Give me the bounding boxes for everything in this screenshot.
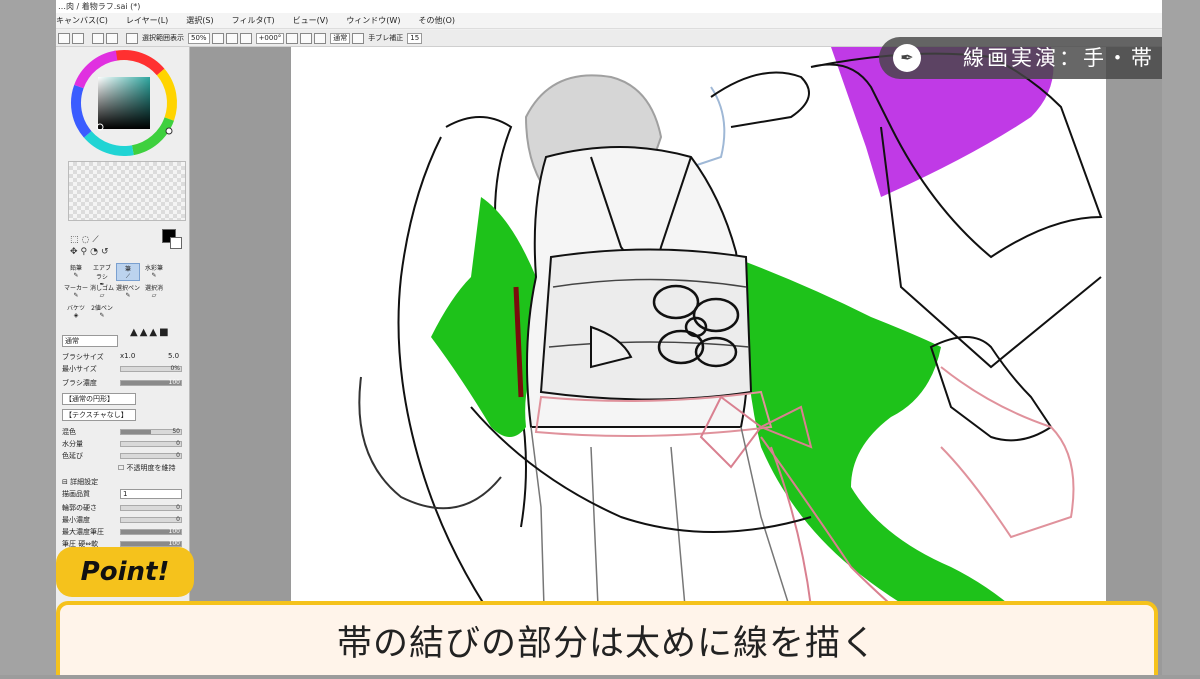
min-size-slider[interactable]: 0% [120,365,182,372]
edge-hardness-label: 輪郭の硬さ [62,504,97,512]
menu-window[interactable]: ウィンドウ(W) [346,15,400,26]
menu-select[interactable]: 選択(S) [186,15,213,26]
min-density-slider[interactable]: 0 [120,516,182,523]
zoom-out-button[interactable] [211,32,224,44]
deselect-button[interactable] [92,32,104,44]
min-size-label: 最小サイズ [62,365,97,373]
zoom-reset-button[interactable] [239,32,252,44]
zoom-in-button[interactable] [225,32,238,44]
subtitle-box: 帯の結びの部分は太めに線を描く [56,601,1158,675]
stabilizer-select[interactable]: 15 [407,32,423,44]
rotate-reset-button[interactable] [314,32,327,44]
undo-button[interactable] [58,32,70,44]
brush-texture-select[interactable]: 【テクスチャなし】 [62,409,136,421]
tool-marker[interactable]: マーカー ✎ [64,283,88,301]
edge-hardness-slider[interactable]: 0 [120,504,182,511]
window-title: …肉 / 着物ラフ.sai (*) [56,0,1162,13]
tool-airbrush[interactable]: エアブラシ ✒ [90,263,114,288]
point-badge: Point! [56,547,194,597]
tool-eraser[interactable]: 消しゴム ▱ [90,283,114,301]
menu-view[interactable]: ビュー(V) [293,15,329,26]
video-frame: …肉 / 着物ラフ.sai (*) キャンバス(C) レイヤー(L) 選択(S)… [0,0,1200,676]
menu-bar: キャンバス(C) レイヤー(L) 選択(S) フィルタ(T) ビュー(V) ウィ… [56,13,1162,29]
tool-select-eraser[interactable]: 選択消 ▱ [142,283,166,301]
kimono-artwork [358,47,1103,676]
brush-size-multiplier[interactable]: x1.0 [120,352,135,360]
max-pressure-slider[interactable]: 100 [120,528,182,535]
letterbox-right [1162,0,1200,675]
selection-display-label: 選択範囲表示 [142,34,184,42]
selection-tools-icons[interactable]: ⬚◌⟋ [70,235,102,245]
rotate-left-button[interactable] [286,32,299,44]
min-density-label: 最小濃度 [62,516,90,524]
navigation-tools-icons[interactable]: ✥⚲◔↺ [70,247,112,257]
keep-opacity-checkbox[interactable]: ☐ 不透明度を維持 [118,463,176,473]
brush-size-value[interactable]: 5.0 [168,352,179,360]
brush-shape-icons[interactable]: ▲▲▲■ [130,327,171,338]
menu-canvas[interactable]: キャンバス(C) [56,15,108,26]
title-banner: ✒ 線画実演：手・帯 [879,37,1162,79]
menu-other[interactable]: その他(O) [418,15,455,26]
drawing-canvas[interactable] [291,47,1106,676]
tool-watercolor[interactable]: 水彩筆 ✎ [142,263,166,281]
blend-mode-select[interactable]: 通常 [330,32,351,44]
stretch-slider[interactable]: 0 [120,452,182,459]
brush-shape-select[interactable]: 【通常の円形】 [62,393,136,405]
pen-nib-icon: ✒ [893,44,921,72]
tool-brush[interactable]: 筆 ⟋ [116,263,140,281]
color-scratchpad[interactable] [68,161,186,221]
blend-slider[interactable]: 50 [120,428,182,435]
zoom-field[interactable]: 50% [188,32,210,44]
selection-display-checkbox[interactable] [126,32,138,44]
banner-text: 線画実演：手・帯 [963,46,1155,70]
letterbox-left [0,0,56,675]
color-wheel[interactable] [56,47,190,157]
stabilizer-label: 手ブレ補正 [368,34,404,42]
tool-bucket[interactable]: バケツ ◈ [64,303,88,321]
rotate-right-button[interactable] [300,32,313,44]
blend-label: 混色 [62,428,76,436]
tool-binary-pen[interactable]: 2値ペン ✎ [90,303,114,321]
quality-select[interactable]: 1 [120,489,182,499]
secondary-color-swatch[interactable] [170,237,182,249]
brush-size-label: ブラシサイズ [62,353,104,361]
subtitle-text: 帯の結びの部分は太めに線を描く [336,624,877,664]
stretch-label: 色延び [62,452,83,460]
max-pressure-label: 最大濃度筆圧 [62,528,104,536]
brush-density-label: ブラシ濃度 [62,379,97,387]
menu-filter[interactable]: フィルタ(T) [232,15,275,26]
redo-button[interactable] [72,32,84,44]
detail-settings-toggle[interactable]: ⊟ 詳細設定 [62,477,98,487]
brush-mode-select[interactable]: 通常 [62,335,118,347]
select-all-button[interactable] [106,32,118,44]
rotation-field[interactable]: +000° [255,32,285,44]
quality-label: 描画品質 [62,490,90,498]
tool-pencil[interactable]: 鉛筆 ✎ [64,263,88,281]
tool-select-pen[interactable]: 選択ペン ✎ [116,283,140,301]
menu-layer[interactable]: レイヤー(L) [126,15,168,26]
water-label: 水分量 [62,440,83,448]
brush-density-slider[interactable]: 100 [120,379,182,386]
water-slider[interactable]: 0 [120,440,182,447]
flip-button[interactable] [352,32,365,44]
